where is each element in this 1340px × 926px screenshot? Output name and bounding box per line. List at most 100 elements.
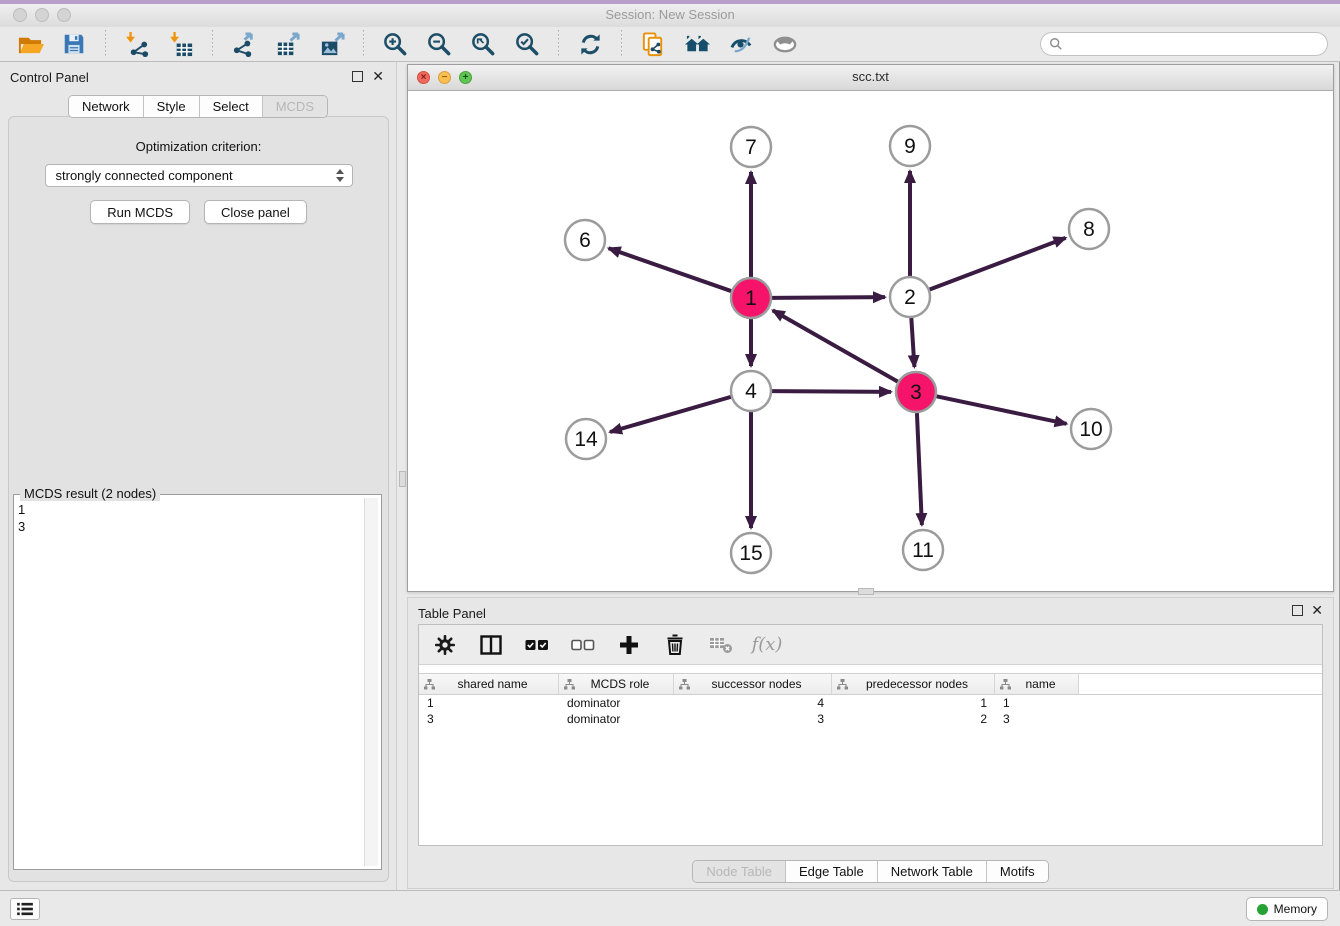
- edge-3-11[interactable]: [917, 413, 922, 525]
- close-panel-button[interactable]: Close panel: [204, 200, 307, 224]
- application-window: Session: New Session: [0, 0, 1340, 926]
- node-label-7: 7: [745, 136, 757, 159]
- close-panel-icon[interactable]: ✕: [372, 70, 384, 82]
- mcds-panel: Optimization criterion: strongly connect…: [8, 116, 389, 882]
- table-tab-edge-table[interactable]: Edge Table: [786, 861, 878, 882]
- table-settings-gear-icon[interactable]: [433, 633, 457, 657]
- cell-predecessor-nodes: 1: [832, 695, 995, 711]
- table-row[interactable]: 3dominator323: [419, 711, 1322, 727]
- edge-1-2[interactable]: [772, 297, 885, 298]
- column-header-shared-name[interactable]: shared name: [419, 674, 559, 694]
- optimization-criterion-label: Optimization criterion:: [9, 139, 388, 154]
- toolbar-separator: [621, 30, 622, 58]
- table-panel-title: Table Panel: [418, 606, 486, 621]
- node-table-body: 1dominator4113dominator323: [419, 695, 1322, 727]
- task-history-button[interactable]: [10, 898, 40, 920]
- tab-style[interactable]: Style: [144, 96, 200, 117]
- export-network-icon[interactable]: [228, 29, 260, 59]
- import-network-icon[interactable]: [121, 29, 153, 59]
- attribute-type-icon: [837, 679, 848, 690]
- mcds-result-group: MCDS result (2 nodes) 1 3: [13, 494, 382, 870]
- node-label-3: 3: [910, 381, 922, 404]
- show-columns-icon[interactable]: [479, 633, 503, 657]
- node-label-14: 14: [574, 428, 598, 451]
- cell-name: 3: [995, 711, 1079, 727]
- column-header-successor-nodes[interactable]: successor nodes: [674, 674, 832, 694]
- list-icon: [16, 902, 34, 916]
- edge-1-6[interactable]: [609, 248, 732, 291]
- vertical-split-handle[interactable]: [399, 471, 406, 487]
- control-panel-header: Control Panel ✕: [0, 62, 396, 92]
- table-row[interactable]: 1dominator411: [419, 695, 1322, 711]
- column-header-MCDS-role[interactable]: MCDS role: [559, 674, 674, 694]
- open-folder-icon[interactable]: [14, 29, 46, 59]
- network-canvas-svg: 7968124314101511: [408, 90, 1333, 591]
- cell-name: 1: [995, 695, 1079, 711]
- zoom-out-icon[interactable]: [423, 29, 455, 59]
- session-file-icon[interactable]: [637, 29, 669, 59]
- table-panel-header: Table Panel ✕: [408, 598, 1333, 622]
- node-label-10: 10: [1079, 418, 1102, 441]
- import-table-icon[interactable]: [165, 29, 197, 59]
- run-mcds-button[interactable]: Run MCDS: [90, 200, 190, 224]
- export-image-icon[interactable]: [316, 29, 348, 59]
- node-label-11: 11: [912, 539, 934, 562]
- delete-column-icon[interactable]: [663, 633, 687, 657]
- refresh-icon[interactable]: [574, 29, 606, 59]
- export-table-icon[interactable]: [272, 29, 304, 59]
- edge-4-14[interactable]: [610, 397, 731, 432]
- search-input[interactable]: [1040, 32, 1328, 56]
- zoom-selected-icon[interactable]: [511, 29, 543, 59]
- cell-MCDS-role: dominator: [559, 711, 674, 727]
- node-label-4: 4: [745, 380, 757, 403]
- hide-graphics-details-icon[interactable]: [725, 29, 757, 59]
- mcds-result-title: MCDS result (2 nodes): [20, 486, 160, 501]
- toolbar-separator: [212, 30, 213, 58]
- criterion-dropdown[interactable]: strongly connected component: [45, 164, 353, 187]
- table-tab-node-table[interactable]: Node Table: [693, 861, 786, 882]
- attribute-type-icon: [564, 679, 575, 690]
- node-label-9: 9: [904, 135, 916, 158]
- node-table-header: shared nameMCDS rolesuccessor nodesprede…: [419, 673, 1322, 695]
- tab-network[interactable]: Network: [69, 96, 144, 117]
- mcds-result-text[interactable]: 1 3: [18, 501, 363, 865]
- edge-4-3[interactable]: [772, 391, 891, 392]
- function-builder-icon: f(x): [755, 633, 779, 657]
- edge-3-10[interactable]: [937, 396, 1067, 423]
- memory-status-dot: [1257, 904, 1268, 915]
- node-label-2: 2: [904, 286, 916, 309]
- fit-content-icon[interactable]: [467, 29, 499, 59]
- column-header-predecessor-nodes[interactable]: predecessor nodes: [832, 674, 995, 694]
- criterion-dropdown-value: strongly connected component: [56, 168, 233, 183]
- tab-select[interactable]: Select: [200, 96, 263, 117]
- edge-2-3[interactable]: [911, 318, 914, 367]
- memory-button[interactable]: Memory: [1246, 897, 1328, 921]
- window-title: Session: New Session: [0, 7, 1340, 22]
- search-icon: [1049, 37, 1063, 51]
- close-table-panel-icon[interactable]: ✕: [1311, 604, 1323, 616]
- node-label-8: 8: [1083, 218, 1095, 241]
- select-all-icon[interactable]: [525, 633, 549, 657]
- result-scrollbar[interactable]: [364, 498, 378, 866]
- float-table-panel-icon[interactable]: [1292, 605, 1303, 616]
- control-panel-tabs: NetworkStyleSelectMCDS: [0, 95, 396, 118]
- eye-icon[interactable]: [769, 29, 801, 59]
- horizontal-split-handle[interactable]: [858, 588, 874, 595]
- node-label-1: 1: [745, 287, 757, 310]
- node-table: shared nameMCDS rolesuccessor nodesprede…: [419, 673, 1322, 727]
- column-header-name[interactable]: name: [995, 674, 1079, 694]
- zoom-in-icon[interactable]: [379, 29, 411, 59]
- network-view-window: × − + scc.txt 7968124314101511: [407, 64, 1334, 592]
- cell-predecessor-nodes: 2: [832, 711, 995, 727]
- table-tab-network-table[interactable]: Network Table: [878, 861, 987, 882]
- edge-3-1[interactable]: [773, 310, 898, 381]
- deselect-all-icon[interactable]: [571, 633, 595, 657]
- save-session-icon[interactable]: [58, 29, 90, 59]
- network-canvas[interactable]: 7968124314101511: [408, 90, 1333, 591]
- table-tab-motifs[interactable]: Motifs: [987, 861, 1048, 882]
- tab-mcds[interactable]: MCDS: [263, 96, 327, 117]
- float-panel-icon[interactable]: [352, 71, 363, 82]
- add-column-icon[interactable]: [617, 633, 641, 657]
- home-houses-icon[interactable]: [681, 29, 713, 59]
- edge-2-8[interactable]: [930, 238, 1066, 290]
